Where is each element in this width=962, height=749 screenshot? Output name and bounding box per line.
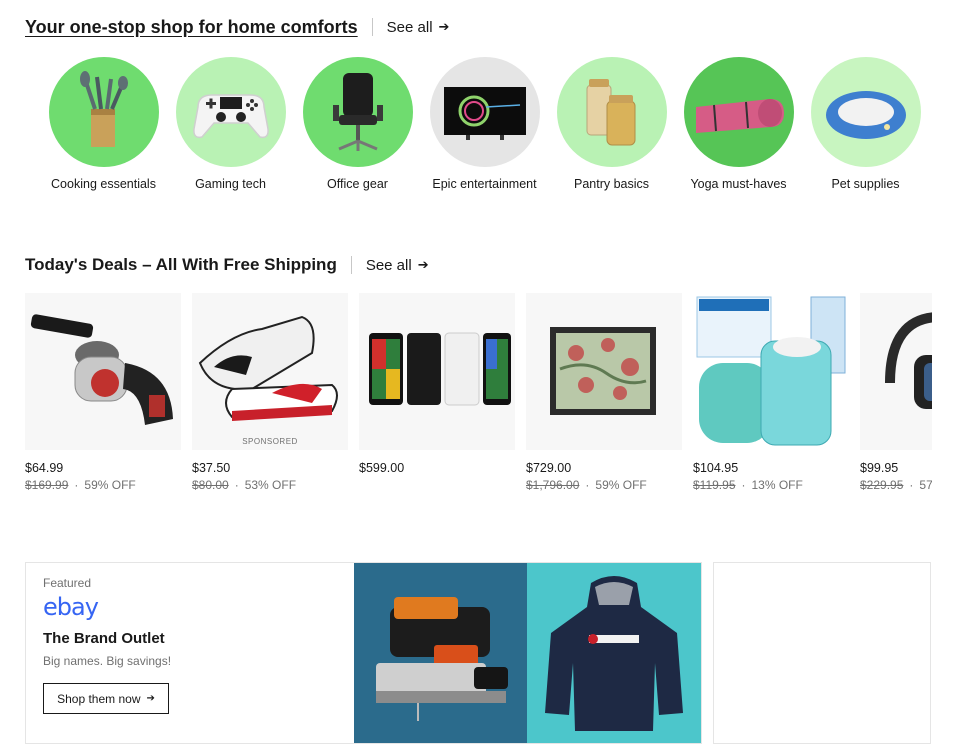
deal-price: $99.95	[860, 461, 899, 475]
category-pet[interactable]: Pet supplies	[802, 57, 929, 192]
deal-price: $104.95	[693, 461, 739, 475]
headphones-icon[interactable]	[860, 293, 932, 450]
arrow-right-icon: ➔	[417, 257, 429, 272]
arrow-right-icon: ➔	[146, 693, 155, 704]
deal-original-line: $119.95 · 13% OFF	[693, 478, 803, 492]
category-entertainment[interactable]: Epic entertainment	[421, 57, 548, 192]
vacuum-icon[interactable]	[25, 293, 181, 450]
featured-text-panel: Featured ebay The Brand Outlet Big names…	[26, 563, 354, 743]
jars-icon[interactable]	[556, 57, 667, 167]
deal-discount: 59% OFF	[84, 478, 136, 492]
category-label: Pantry basics	[573, 177, 650, 191]
shop-button-label: Shop them now	[57, 691, 141, 706]
category-gaming[interactable]: Gaming tech	[167, 57, 294, 192]
deal-discount: 57% OFF	[919, 478, 932, 492]
nasal-irrigation-icon[interactable]	[693, 293, 849, 450]
utensils-icon[interactable]	[48, 57, 159, 167]
yoga-mat-icon[interactable]	[683, 57, 794, 167]
comforts-see-all-link[interactable]: See all ➔	[371, 18, 450, 36]
deal-original-line: $80.00 · 53% OFF	[192, 478, 297, 492]
featured-banner[interactable]: Featured ebay The Brand Outlet Big names…	[25, 562, 702, 744]
category-cooking[interactable]: Cooking essentials	[40, 57, 167, 192]
sponsored-label: SPONSORED	[242, 437, 298, 446]
featured-label: Featured	[43, 576, 92, 590]
category-label: Yoga must-haves	[690, 177, 787, 191]
deal-price: $37.50	[192, 461, 231, 475]
deals-see-all-link[interactable]: See all ➔	[350, 256, 429, 274]
deal-original-price: $1,796.00	[526, 478, 580, 492]
frame-tv-icon[interactable]	[526, 293, 682, 450]
deal-discount: 53% OFF	[244, 478, 297, 492]
deal-discount: 13% OFF	[751, 478, 803, 492]
ebay-logo: ebay	[43, 593, 99, 621]
tv-icon[interactable]	[429, 57, 540, 167]
category-office[interactable]: Office gear	[294, 57, 421, 192]
comforts-title[interactable]: Your one-stop shop for home comforts	[25, 17, 358, 38]
deal-card[interactable]: $99.95 $229.95·57% OFF	[860, 293, 932, 503]
comforts-header: Your one-stop shop for home comforts See…	[25, 14, 449, 40]
deal-original-line: $229.95·57% OFF	[860, 478, 932, 492]
deal-card[interactable]: SPONSORED $37.50 $80.00 · 53% OFF	[192, 293, 348, 503]
see-all-label: See all	[386, 18, 433, 36]
sneaker-icon[interactable]: SPONSORED	[192, 293, 348, 450]
deal-card[interactable]: $599.00	[359, 293, 515, 503]
office-chair-icon[interactable]	[302, 57, 413, 167]
category-label: Gaming tech	[195, 177, 266, 191]
category-pantry[interactable]: Pantry basics	[548, 57, 675, 192]
category-label: Epic entertainment	[432, 177, 537, 191]
deal-original-price: $229.95	[860, 478, 904, 492]
pet-bed-icon[interactable]	[810, 57, 921, 167]
deal-original-line: $169.99 · 59% OFF	[25, 478, 136, 492]
deal-original-price: $80.00	[192, 478, 229, 492]
deals-header: Today's Deals – All With Free Shipping S…	[25, 252, 429, 278]
deals-carousel: $64.99 $169.99 · 59% OFF SPONSORED $37.50 …	[25, 293, 932, 503]
deal-card[interactable]: $104.95 $119.95 · 13% OFF	[693, 293, 849, 503]
deal-price: $729.00	[526, 461, 572, 475]
deal-price: $599.00	[359, 461, 405, 475]
featured-subtitle: Big names. Big savings!	[43, 654, 172, 668]
deal-price: $64.99	[25, 461, 64, 475]
arrow-right-icon: ➔	[438, 19, 450, 34]
category-label: Pet supplies	[831, 177, 900, 191]
phones-icon[interactable]	[359, 293, 515, 450]
hoodie-icon[interactable]	[527, 563, 702, 743]
shop-them-now-button[interactable]: Shop them now ➔	[43, 683, 169, 714]
category-label: Cooking essentials	[51, 177, 156, 191]
jigsaw-icon[interactable]	[353, 563, 528, 743]
side-placeholder-panel	[713, 562, 931, 744]
deal-card[interactable]: $64.99 $169.99 · 59% OFF	[25, 293, 181, 503]
category-label: Office gear	[327, 177, 388, 191]
see-all-label: See all	[365, 256, 412, 274]
deals-title[interactable]: Today's Deals – All With Free Shipping	[25, 255, 337, 275]
deal-original-price: $119.95	[693, 478, 736, 492]
featured-title: The Brand Outlet	[43, 630, 165, 647]
deal-original-line: $1,796.00 · 59% OFF	[526, 478, 647, 492]
deal-card[interactable]: $729.00 $1,796.00 · 59% OFF	[526, 293, 682, 503]
gamepad-icon[interactable]	[175, 57, 286, 167]
category-yoga[interactable]: Yoga must-haves	[675, 57, 802, 192]
deal-discount: 59% OFF	[595, 478, 647, 492]
deal-original-price: $169.99	[25, 478, 69, 492]
category-row: Cooking essentials Gaming tech Office ge…	[40, 57, 929, 192]
